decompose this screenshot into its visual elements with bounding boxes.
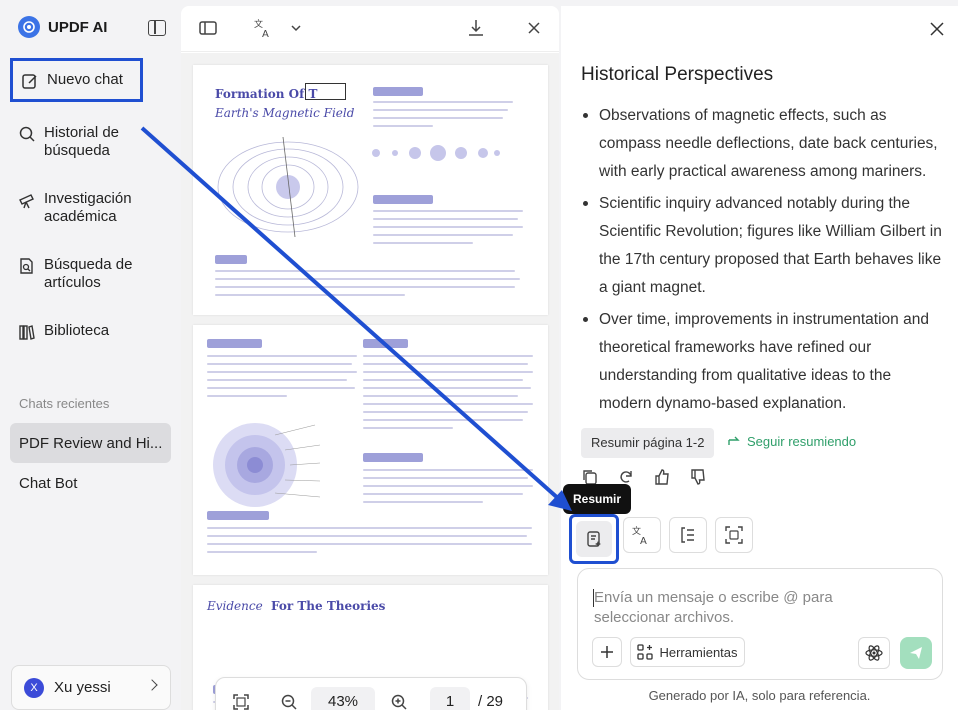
arrow-right-icon <box>728 436 740 445</box>
zoom-out-icon[interactable] <box>280 693 298 710</box>
disclaimer: Generado por IA, solo para referencia. <box>648 688 871 703</box>
section-header-bar <box>207 339 262 348</box>
close-icon[interactable] <box>930 22 944 36</box>
continue-label: Seguir resumiendo <box>747 434 857 449</box>
recent-chat-item[interactable]: PDF Review and Hi... <box>10 423 171 463</box>
thumbs-down-icon[interactable] <box>689 468 707 486</box>
document-search-icon <box>20 258 33 274</box>
model-selector-button[interactable] <box>858 637 890 669</box>
explain-icon <box>681 527 694 543</box>
section-header-bar <box>207 511 269 520</box>
bullet-item: Over time, improvements in instrumentati… <box>581 306 946 418</box>
sidebar-item-library[interactable]: Biblioteca <box>12 318 172 345</box>
user-name: Xu yessi <box>54 679 111 696</box>
translate-button[interactable]: 文A <box>623 517 661 553</box>
summarize-icon <box>587 531 601 547</box>
magnetic-field-diagram <box>217 136 359 238</box>
sidebar-item-label: Biblioteca <box>44 322 110 339</box>
page-thumbnails[interactable]: Formation Of T Earth's Magnetic Field Ev… <box>181 53 559 710</box>
fit-page-icon[interactable] <box>232 693 250 710</box>
tooltip: Resumir <box>563 484 631 519</box>
library-icon <box>19 325 35 340</box>
translate-icon: 文A <box>632 525 647 546</box>
pdf-page <box>193 325 548 575</box>
bullet-item: Observations of magnetic effects, such a… <box>581 102 946 186</box>
zoom-in-icon[interactable] <box>390 693 408 710</box>
new-chat-button[interactable]: Nuevo chat <box>10 58 143 102</box>
section-header-bar <box>363 453 423 462</box>
avatar: X <box>24 677 44 698</box>
svg-text:A: A <box>262 29 269 39</box>
thumbs-up-icon[interactable] <box>653 468 671 486</box>
page-total: / 29 <box>478 693 504 710</box>
download-icon[interactable] <box>467 18 485 38</box>
answer-heading: Historical Perspectives <box>581 64 774 85</box>
page-title: Evidence <box>207 599 263 613</box>
title-box <box>305 83 346 100</box>
page-number-input[interactable]: 1 <box>430 687 470 710</box>
input-placeholder: Envía un mensaje o escribe @ para selecc… <box>594 589 833 626</box>
answer-bullets: Observations of magnetic effects, such a… <box>581 102 946 422</box>
recent-chat-item[interactable]: Chat Bot <box>10 463 171 503</box>
translate-icon[interactable]: 文A <box>253 17 275 39</box>
document-panel: 文A Formation Of T Earth's Magnetic Field <box>181 6 559 710</box>
sidebar-item-label: Investigación académica <box>44 190 132 225</box>
bullet-item: Scientific inquiry advanced notably duri… <box>581 190 946 302</box>
summarize-button[interactable] <box>569 514 619 564</box>
sidebar-item-label: Búsqueda de artículos <box>44 256 133 291</box>
pdf-page: Formation Of T Earth's Magnetic Field <box>193 65 548 315</box>
sidebar-item-history[interactable]: Historial de búsqueda <box>12 120 172 164</box>
section-header-bar <box>363 339 408 348</box>
edit-icon <box>22 73 37 89</box>
app-name: UPDF AI <box>48 18 108 36</box>
explain-button[interactable] <box>669 517 707 553</box>
chevron-down-icon[interactable] <box>291 24 301 32</box>
attach-button[interactable] <box>592 637 622 667</box>
send-button[interactable] <box>900 637 932 669</box>
user-profile-button[interactable]: X Xu yessi <box>11 665 171 710</box>
recent-chats-heading: Chats recientes <box>19 396 110 411</box>
chat-panel: Historical Perspectives Observations of … <box>561 6 958 710</box>
atom-icon <box>865 645 883 661</box>
document-toolbar: 文A <box>181 6 559 52</box>
ocr-button[interactable] <box>715 517 753 553</box>
section-header-bar <box>215 255 247 264</box>
scan-icon <box>725 526 743 544</box>
svg-text:A: A <box>640 536 647 546</box>
telescope-icon <box>19 194 34 209</box>
zoom-toolbar: 43% 1 / 29 <box>215 677 527 710</box>
planet-row <box>372 145 500 161</box>
tools-button[interactable]: Herramientas <box>630 637 745 667</box>
page-title: Formation Of T <box>215 87 318 101</box>
send-icon <box>910 647 922 659</box>
panel-toggle-icon[interactable] <box>198 18 218 38</box>
summarize-pages-chip[interactable]: Resumir página 1-2 <box>581 428 715 458</box>
tools-icon <box>637 644 654 660</box>
new-chat-label: Nuevo chat <box>47 71 123 88</box>
sidebar-item-label: Historial de búsqueda <box>44 124 120 159</box>
close-icon[interactable] <box>527 21 541 35</box>
zoom-level[interactable]: 43% <box>311 687 375 710</box>
tools-label: Herramientas <box>659 644 738 660</box>
message-input[interactable]: Envía un mensaje o escribe @ para selecc… <box>577 568 943 680</box>
earth-layers-diagram <box>213 423 321 507</box>
chevron-right-icon <box>146 679 158 691</box>
search-icon <box>19 126 35 142</box>
page-subtitle: For The Theories <box>271 599 386 613</box>
plus-icon <box>601 646 613 658</box>
sidebar-collapse-icon[interactable] <box>148 20 166 36</box>
sidebar: UPDF AI Nuevo chat Historial de búsqueda… <box>0 0 180 710</box>
brand: UPDF AI <box>18 16 107 38</box>
updf-logo-icon <box>18 16 40 38</box>
page-subtitle: Earth's Magnetic Field <box>215 106 355 120</box>
section-header-bar <box>373 195 433 204</box>
sidebar-item-articles[interactable]: Búsqueda de artículos <box>12 252 172 296</box>
section-header-bar <box>373 87 423 96</box>
sidebar-item-academic[interactable]: Investigación académica <box>12 186 172 230</box>
continue-summarizing-link[interactable]: Seguir resumiendo <box>727 434 856 449</box>
